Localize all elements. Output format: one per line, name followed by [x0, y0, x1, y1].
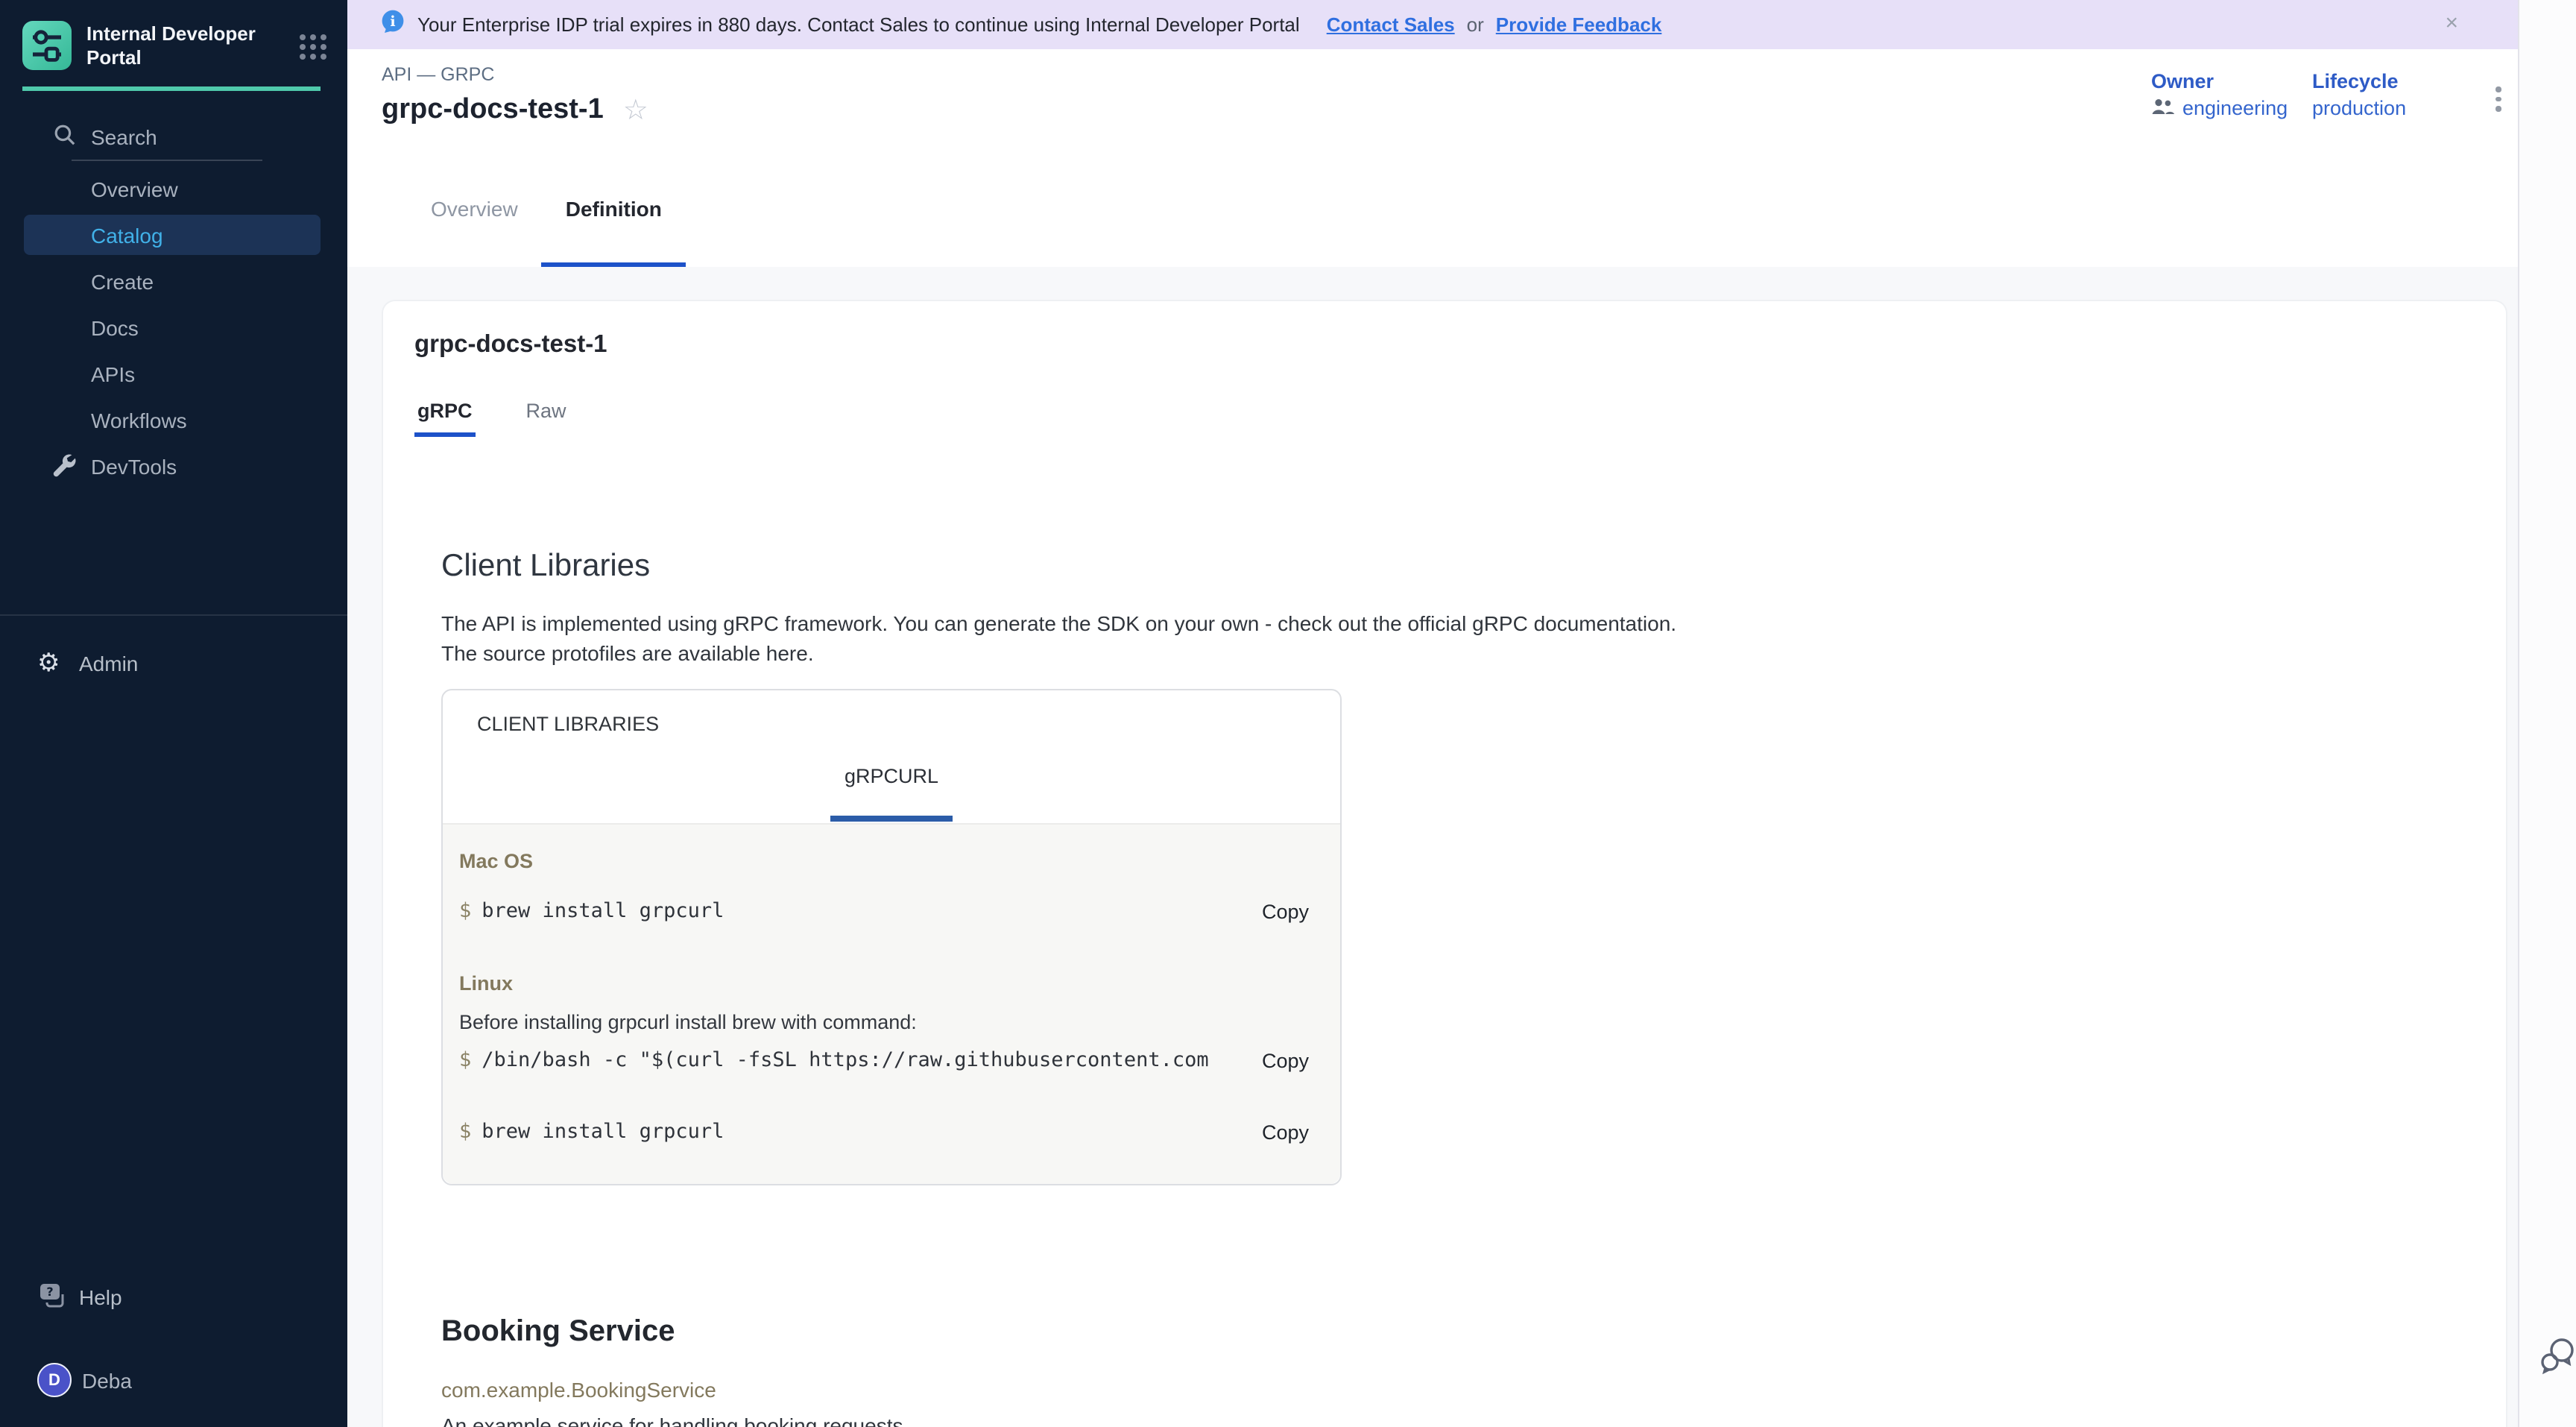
user-menu[interactable]: D Deba [0, 1360, 347, 1400]
entity-header: API — GRPC grpc-docs-test-1 ☆ Owner [347, 49, 2518, 161]
booking-service-heading: Booking Service [441, 1315, 675, 1349]
trial-banner: i Your Enterprise IDP trial expires in 8… [347, 0, 2518, 49]
avatar: D [37, 1363, 72, 1397]
kebab-menu-icon[interactable] [2485, 82, 2512, 121]
code-row-linux-1: $ /bin/bash -c "$(curl -fsSL https://raw… [459, 1048, 1309, 1072]
app-title: Internal Developer Portal [86, 22, 291, 69]
client-libraries-intro: The API is implemented using gRPC framew… [441, 608, 1676, 668]
linux-note: Before installing grpcurl install brew w… [459, 1011, 917, 1033]
code-command: /bin/bash -c "$(curl -fsSL https://raw.g… [482, 1048, 1247, 1072]
provide-feedback-link[interactable]: Provide Feedback [1496, 13, 1662, 36]
booking-service-fqn: com.example.BookingService [441, 1378, 716, 1402]
sidebar-item-docs[interactable]: Docs [0, 304, 347, 350]
lifecycle-label: Lifecycle [2312, 70, 2406, 92]
sidebar-item-label: Search [91, 125, 157, 148]
tab-overview[interactable]: Overview [407, 161, 542, 267]
sidebar-item-workflows[interactable]: Workflows [0, 397, 347, 443]
sidebar-item-devtools[interactable]: DevTools [0, 443, 347, 489]
page-title: grpc-docs-test-1 [382, 94, 604, 127]
sidebar-item-admin[interactable]: ⚙ Admin [0, 640, 347, 686]
code-command: brew install grpcurl [482, 899, 1247, 923]
gear-icon: ⚙ [37, 650, 60, 675]
brand-accent-bar [22, 86, 321, 91]
sidebar-item-search[interactable]: Search [0, 113, 347, 160]
definition-content: grpc-docs-test-1 gRPC Raw Client Librari… [347, 267, 2518, 1427]
macos-label: Mac OS [459, 850, 533, 872]
code-row-macos: $ brew install grpcurl Copy [459, 899, 1309, 923]
linux-label: Linux [459, 972, 513, 995]
definition-format-tabs: gRPC Raw [414, 391, 617, 437]
copy-button[interactable]: Copy [1262, 1049, 1309, 1071]
user-name: Deba [82, 1368, 132, 1392]
sidebar-divider [72, 160, 262, 161]
tab-grpc[interactable]: gRPC [414, 391, 476, 437]
code-row-linux-2: $ brew install grpcurl Copy [459, 1120, 1309, 1144]
close-icon[interactable]: × [2445, 9, 2458, 39]
svg-text:?: ? [46, 1284, 53, 1298]
shell-prompt: $ [459, 899, 471, 923]
sidebar-divider [0, 614, 347, 616]
code-command: brew install grpcurl [482, 1120, 1247, 1144]
help-chat-icon: ? [39, 1282, 67, 1311]
sidebar-item-create[interactable]: Create [0, 258, 347, 304]
wrench-icon [49, 450, 76, 482]
copy-button[interactable]: Copy [1262, 1121, 1309, 1143]
contact-sales-link[interactable]: Contact Sales [1327, 13, 1455, 36]
definition-card: grpc-docs-test-1 gRPC Raw Client Librari… [383, 301, 2506, 1427]
tab-raw[interactable]: Raw [523, 391, 569, 437]
info-icon: i [380, 8, 405, 41]
app-logo-icon [22, 21, 72, 70]
definition-card-title: grpc-docs-test-1 [414, 331, 607, 359]
shell-prompt: $ [459, 1048, 471, 1072]
support-chat-icon[interactable] [2539, 1336, 2576, 1385]
search-icon [54, 123, 76, 150]
code-panel: Mac OS $ brew install grpcurl Copy Linux… [443, 823, 1340, 1184]
banner-or: or [1467, 13, 1484, 36]
people-icon [2151, 97, 2175, 119]
tab-definition[interactable]: Definition [542, 161, 686, 267]
apps-grid-icon[interactable] [297, 29, 329, 62]
lifecycle-value: production [2312, 97, 2406, 119]
booking-service-description: An example service for handling booking … [441, 1414, 903, 1427]
app-root: Internal Developer Portal S [0, 0, 2576, 1427]
svg-text:i: i [390, 13, 395, 29]
client-libraries-panel-title: CLIENT LIBRARIES [477, 713, 659, 735]
logo-block[interactable]: Internal Developer Portal [22, 21, 329, 70]
client-libraries-heading: Client Libraries [441, 549, 650, 585]
copy-button[interactable]: Copy [1262, 900, 1309, 922]
client-libraries-panel: CLIENT LIBRARIES gRPCURL Mac OS $ brew i… [441, 689, 1342, 1185]
owner-label: Owner [2151, 70, 2288, 92]
sidebar-item-overview[interactable]: Overview [0, 166, 347, 212]
star-icon[interactable]: ☆ [623, 96, 648, 125]
sidebar-item-help[interactable]: ? Help [0, 1273, 347, 1320]
owner-value[interactable]: engineering [2151, 97, 2288, 119]
page-tabs: Overview Definition [347, 161, 2518, 267]
shell-prompt: $ [459, 1120, 471, 1144]
owner-block: Owner engineering [2151, 70, 2288, 119]
main-area: i Your Enterprise IDP trial expires in 8… [347, 0, 2518, 1427]
right-gutter [2518, 0, 2576, 1427]
breadcrumb[interactable]: API — GRPC [382, 64, 494, 85]
tab-underline [830, 816, 953, 822]
sidebar: Internal Developer Portal S [0, 0, 347, 1427]
sidebar-item-label: DevTools [91, 454, 177, 478]
banner-message: Your Enterprise IDP trial expires in 880… [417, 13, 1300, 36]
sidebar-item-apis[interactable]: APIs [0, 350, 347, 397]
lifecycle-block: Lifecycle production [2312, 70, 2406, 119]
tab-grpcurl[interactable]: gRPCURL [443, 765, 1340, 787]
sidebar-item-catalog[interactable]: Catalog [0, 212, 347, 258]
